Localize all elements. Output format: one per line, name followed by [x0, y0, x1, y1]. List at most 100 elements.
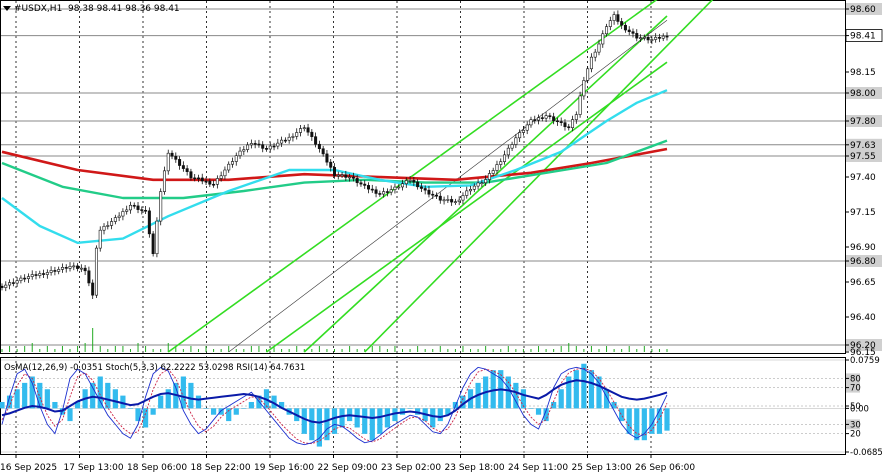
- candle-body: [227, 163, 231, 171]
- candle-body: [389, 189, 393, 193]
- candle-body: [453, 201, 457, 203]
- price-tick-label: 98.15: [850, 68, 876, 78]
- candle-body: [442, 199, 446, 202]
- candle-body: [393, 186, 397, 190]
- candle-body: [314, 136, 318, 145]
- candle-body: [38, 273, 42, 276]
- candle-body: [34, 274, 38, 276]
- candle-body: [219, 175, 223, 179]
- candle-body: [215, 178, 219, 185]
- candle-body: [351, 176, 355, 179]
- osma-bar: [158, 395, 164, 409]
- indicator-header: OsMA(12,26,9) -0.0351 Stoch(5,3,3) 62.22…: [4, 363, 305, 373]
- candle-body: [42, 273, 46, 275]
- candle-body: [151, 233, 155, 255]
- candle-body: [506, 147, 510, 156]
- osma-bar: [203, 408, 209, 409]
- candle-body: [646, 36, 650, 41]
- candle-body: [370, 188, 374, 191]
- osma-bar: [535, 408, 542, 415]
- price-tick-label: 96.80: [850, 257, 876, 267]
- candle-body: [230, 161, 234, 165]
- candle-body: [465, 190, 469, 196]
- osma-bar: [558, 389, 564, 409]
- candle-body: [261, 144, 265, 149]
- candle-body: [200, 177, 204, 182]
- osma-bar: [309, 408, 315, 441]
- candle-body: [19, 277, 23, 281]
- candle-body: [427, 189, 431, 195]
- osma-bar: [29, 376, 35, 409]
- candle-body: [144, 209, 148, 212]
- candle-body: [280, 139, 284, 144]
- candle-body: [170, 152, 174, 157]
- candle-body: [574, 114, 578, 120]
- candle-body: [268, 145, 272, 150]
- candle-body: [30, 274, 34, 277]
- osma-bar: [188, 382, 194, 409]
- candle-body: [431, 193, 435, 196]
- osma-bar: [619, 408, 625, 422]
- candle-body: [332, 167, 336, 176]
- candle-body: [605, 26, 609, 35]
- candle-body: [72, 265, 76, 268]
- price-tick-label: 96.65: [850, 278, 876, 288]
- candle-body: [608, 20, 612, 27]
- candle-body: [601, 33, 605, 45]
- candle-body: [525, 124, 529, 131]
- osma-bar: [150, 408, 156, 415]
- osma-bar: [210, 408, 217, 415]
- osma-bar: [0, 401, 5, 409]
- osma-bar: [505, 376, 511, 409]
- candle-body: [317, 143, 321, 150]
- time-axis: 16 Sep 2025 17 Sep 13:00 18 Sep 06:00 18 Se…: [0, 454, 695, 473]
- candle-body: [181, 165, 185, 169]
- candle-body: [408, 180, 412, 182]
- candle-body: [246, 144, 250, 150]
- candle-body: [147, 210, 151, 235]
- candle-body: [469, 189, 473, 192]
- candle-body: [306, 127, 310, 133]
- indicator-tick-label: 70: [850, 384, 861, 394]
- price-tick-label: 97.15: [850, 208, 876, 218]
- osma-bar: [97, 376, 103, 409]
- candle-body: [295, 132, 299, 137]
- price-tick-label: 98.60: [850, 5, 876, 15]
- candle-body: [49, 270, 53, 273]
- osma-bar: [626, 408, 632, 434]
- osma-bar: [407, 408, 413, 409]
- indicator-axis: 0.07598070500.003020-0.0685: [845, 356, 883, 458]
- candle-body: [272, 145, 276, 148]
- price-tick-label: 96.40: [850, 313, 876, 323]
- candle-body: [310, 131, 314, 137]
- candle-body: [378, 193, 382, 195]
- candle-body: [208, 180, 212, 185]
- candle-body: [26, 276, 30, 279]
- candle-body: [529, 119, 533, 126]
- candle-body: [491, 170, 495, 174]
- candle-body: [76, 265, 80, 269]
- candle-body: [404, 180, 408, 185]
- price-axis: 98.60 98.41 98.15 98.00 97.80 97.6397.55 97.40…: [845, 3, 883, 358]
- price-tick-label: 98.41: [850, 32, 876, 42]
- time-tick-label: 18 Sep 22:00: [191, 463, 251, 473]
- candle-body: [178, 159, 182, 166]
- osma-bar: [437, 408, 443, 422]
- candle-body: [367, 185, 371, 190]
- candle-body: [113, 217, 117, 222]
- candle-body: [593, 51, 597, 58]
- osma-bar: [369, 408, 375, 441]
- ohlc-label: 98.38 98.41 98.36 98.41: [68, 4, 180, 14]
- candle-body: [657, 37, 661, 39]
- candle-body: [57, 269, 61, 272]
- candle-body: [162, 170, 166, 192]
- time-tick-label: 23 Sep 02:00: [381, 463, 441, 473]
- candle-body: [223, 169, 227, 177]
- chart-canvas[interactable]: 98.60 98.41 98.15 98.00 97.80 97.6397.55 97.40…: [0, 0, 885, 475]
- candle-body: [204, 180, 208, 183]
- candle-body: [514, 137, 518, 145]
- osma-bar: [14, 389, 20, 409]
- indicator-tick-label: 20: [850, 430, 861, 440]
- candle-body: [533, 119, 537, 121]
- candle-body: [125, 209, 129, 212]
